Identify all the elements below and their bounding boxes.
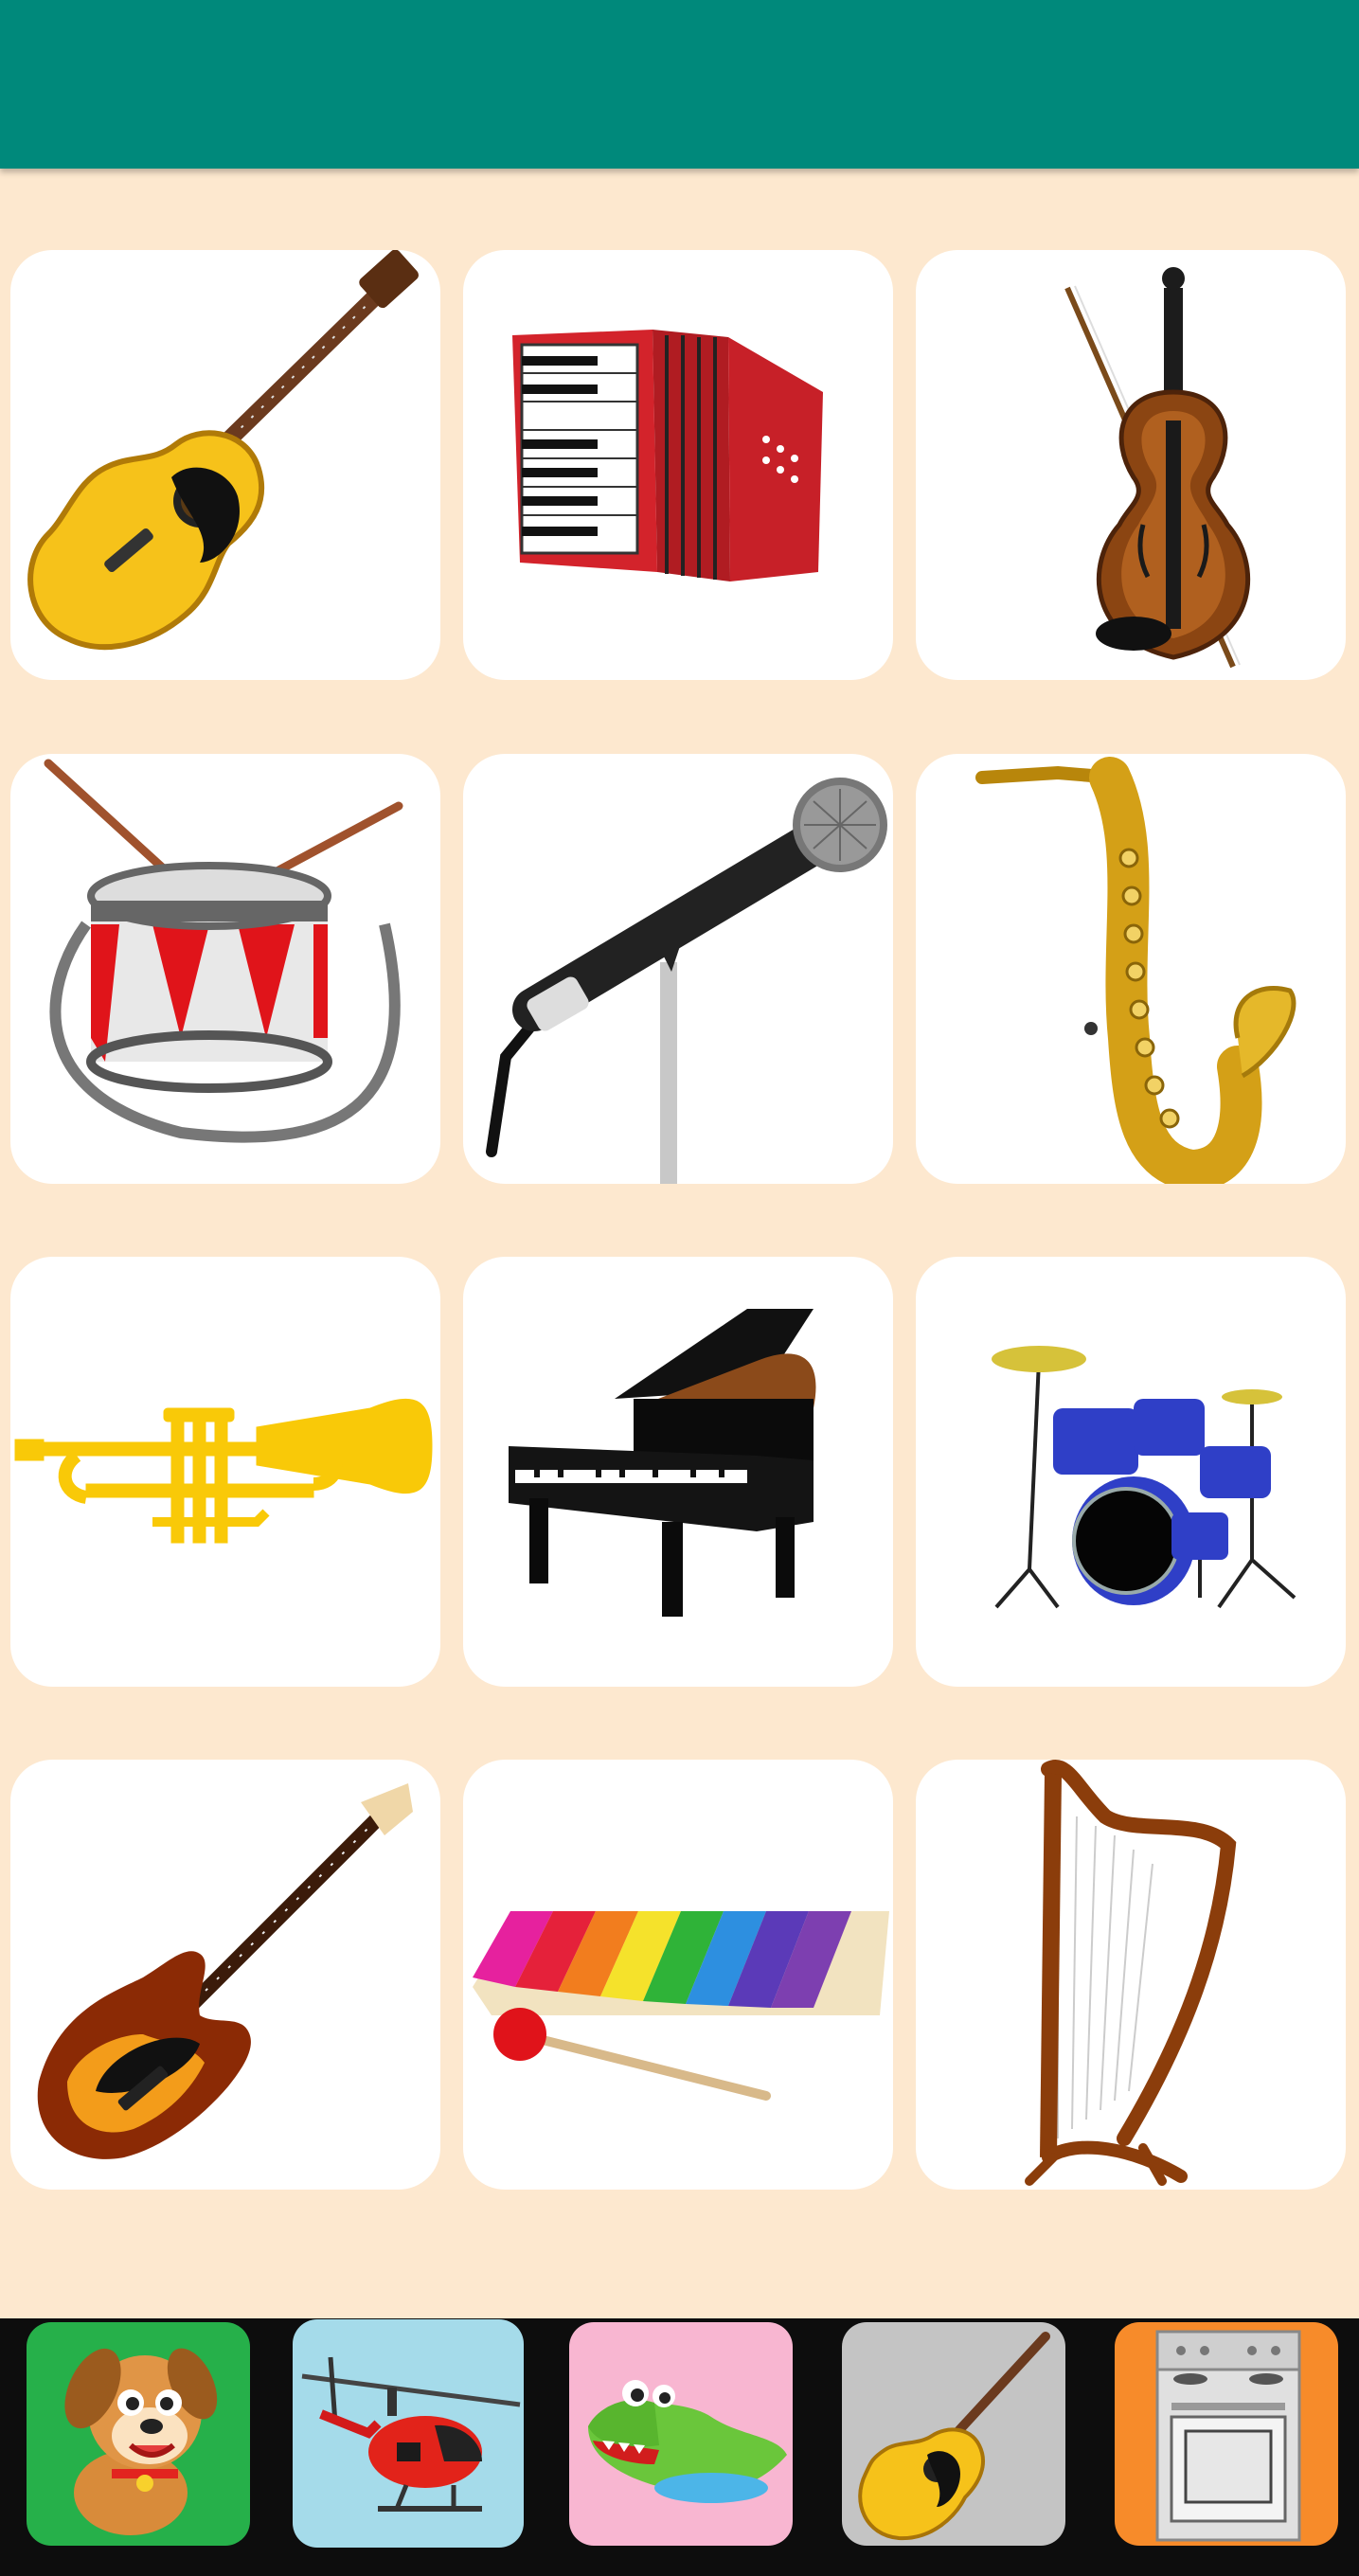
guitar-icon bbox=[858, 2332, 1050, 2541]
category-animals[interactable] bbox=[27, 2322, 250, 2546]
instrument-card-acoustic-guitar[interactable] bbox=[10, 250, 440, 680]
saxophone-icon bbox=[975, 757, 1296, 1184]
instrument-card-drum-kit[interactable] bbox=[916, 1257, 1346, 1687]
instrument-card-grand-piano[interactable] bbox=[463, 1257, 893, 1687]
xylophone-icon bbox=[473, 1911, 889, 2101]
drum-kit-icon bbox=[992, 1346, 1296, 1609]
puppy-icon bbox=[64, 2348, 218, 2535]
category-wild-animals[interactable] bbox=[569, 2322, 793, 2546]
category-instruments[interactable] bbox=[842, 2322, 1065, 2546]
category-vehicles[interactable] bbox=[293, 2319, 524, 2548]
instrument-card-harp[interactable] bbox=[916, 1760, 1346, 2190]
instrument-card-xylophone[interactable] bbox=[463, 1760, 893, 2190]
instrument-card-drum[interactable] bbox=[10, 754, 440, 1184]
microphone-icon bbox=[486, 778, 887, 1184]
grand-piano-icon bbox=[509, 1309, 816, 1617]
instrument-card-saxophone[interactable] bbox=[916, 754, 1346, 1184]
instrument-card-violin[interactable] bbox=[916, 250, 1346, 680]
crocodile-icon bbox=[588, 2380, 787, 2503]
instrument-grid bbox=[0, 0, 1359, 2320]
harp-icon bbox=[1025, 1760, 1237, 2186]
instrument-card-electric-bass-guitar[interactable] bbox=[10, 1760, 440, 2190]
accordion-icon bbox=[512, 330, 823, 581]
helicopter-icon bbox=[301, 2356, 521, 2512]
electric-guitar-icon bbox=[37, 1783, 413, 2159]
trumpet-icon bbox=[14, 1398, 433, 1544]
acoustic-guitar-icon bbox=[27, 250, 419, 651]
instrument-card-accordion[interactable] bbox=[463, 250, 893, 680]
category-household[interactable] bbox=[1115, 2322, 1338, 2546]
stove-icon bbox=[1155, 2330, 1301, 2542]
instrument-card-microphone[interactable] bbox=[463, 754, 893, 1184]
drum-icon bbox=[44, 759, 403, 1143]
violin-icon bbox=[1064, 267, 1251, 669]
instrument-card-trumpet[interactable] bbox=[10, 1257, 440, 1687]
